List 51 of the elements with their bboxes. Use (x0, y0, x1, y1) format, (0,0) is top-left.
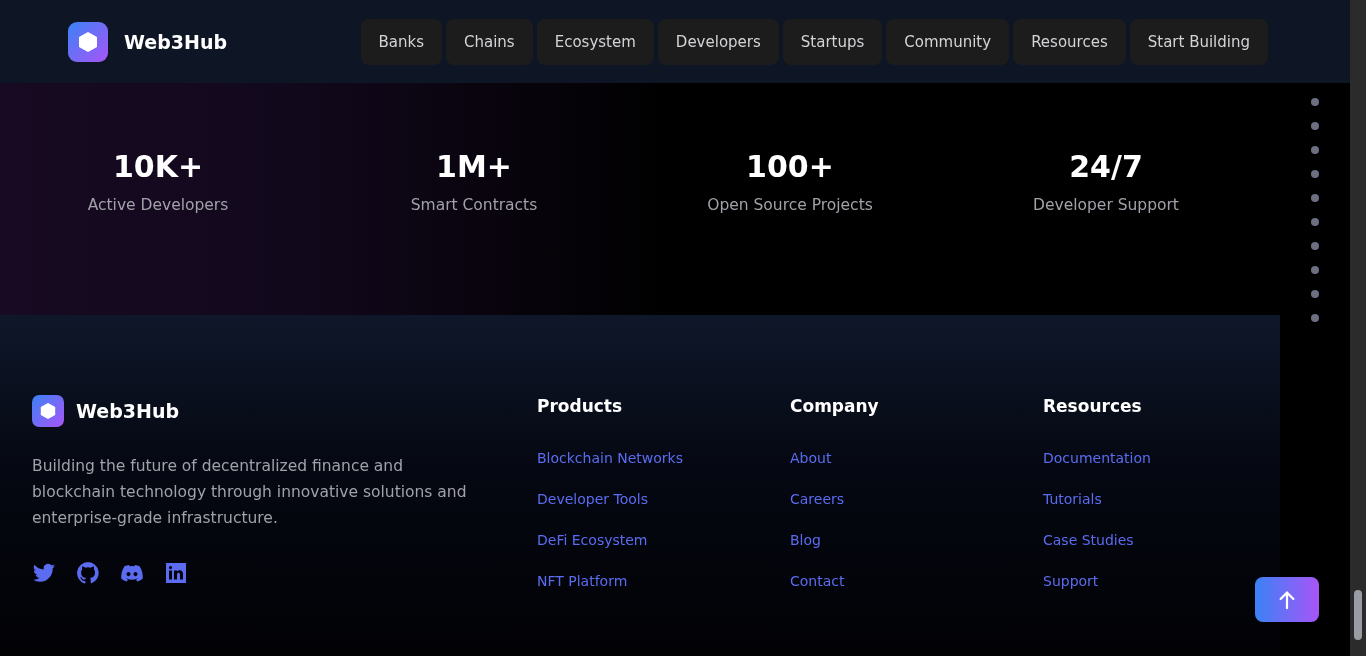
section-dot-icon[interactable] (1311, 170, 1319, 178)
nav-button[interactable]: Chains (446, 18, 533, 65)
column-heading: Resources (1043, 396, 1143, 416)
footer-link[interactable]: Careers (790, 491, 845, 507)
nav-button[interactable]: Resources (1013, 18, 1126, 65)
section-dot-icon[interactable] (1311, 146, 1319, 154)
footer-link[interactable]: DeFi Ecosystem (537, 532, 648, 548)
section-dot-icon[interactable] (1311, 242, 1319, 250)
footer-link[interactable]: Documentation (1043, 450, 1151, 466)
nav-button[interactable]: Banks (360, 18, 442, 65)
footer-link[interactable]: About (790, 450, 832, 466)
logo-icon[interactable] (32, 395, 64, 427)
nav-button[interactable]: Community (886, 18, 1010, 65)
stat-value: 24/7 (1069, 149, 1143, 184)
stat-label: Smart Contracts (410, 196, 538, 214)
column-heading: Products (537, 396, 624, 416)
section-dot-icon[interactable] (1311, 98, 1319, 106)
stat-value: 100+ (746, 149, 834, 184)
section-dot-icon[interactable] (1311, 266, 1319, 274)
linkedin-icon[interactable] (164, 561, 188, 585)
footer-link[interactable]: Blockchain Networks (537, 450, 683, 466)
stat-label: Developer Support (1033, 196, 1179, 214)
back-to-top-button[interactable] (1255, 577, 1319, 622)
logo-icon[interactable] (68, 21, 108, 62)
section-dot-icon[interactable] (1311, 194, 1319, 202)
footer-description: Building the future of decentralized finance and blockchain technology through innovative solutions and enterprise-grade infrastructure. (32, 456, 468, 529)
nav-button[interactable]: Startups (782, 18, 883, 65)
section-dot-icon[interactable] (1311, 122, 1319, 130)
footer-link[interactable]: NFT Platform (537, 573, 628, 589)
footer-link[interactable]: Blog (790, 532, 821, 548)
nav-button[interactable]: Ecosystem (536, 18, 654, 65)
github-icon[interactable] (76, 561, 100, 585)
section-dot-icon[interactable] (1311, 290, 1319, 298)
section-dot-icon[interactable] (1311, 218, 1319, 226)
footer-link[interactable]: Tutorials (1043, 491, 1102, 507)
brand-name[interactable]: Web3Hub (76, 400, 179, 422)
footer-link[interactable]: Developer Tools (537, 491, 648, 507)
column-heading: Company (790, 396, 880, 416)
nav-button[interactable]: Start Building (1129, 18, 1268, 65)
brand-name[interactable]: Web3Hub (124, 30, 227, 53)
scrollbar-thumb[interactable] (1354, 590, 1362, 640)
stat-value: 1M+ (436, 149, 512, 184)
stat-value: 10K+ (112, 149, 204, 184)
footer-link[interactable]: Case Studies (1043, 532, 1134, 548)
footer-link[interactable]: Support (1043, 573, 1099, 589)
twitter-icon[interactable] (32, 561, 56, 585)
section-dot-icon[interactable] (1311, 314, 1319, 322)
stat-label: Open Source Projects (707, 196, 873, 214)
stat-label: Active Developers (87, 196, 229, 214)
nav-button[interactable]: Developers (657, 18, 779, 65)
footer-link[interactable]: Contact (790, 573, 845, 589)
